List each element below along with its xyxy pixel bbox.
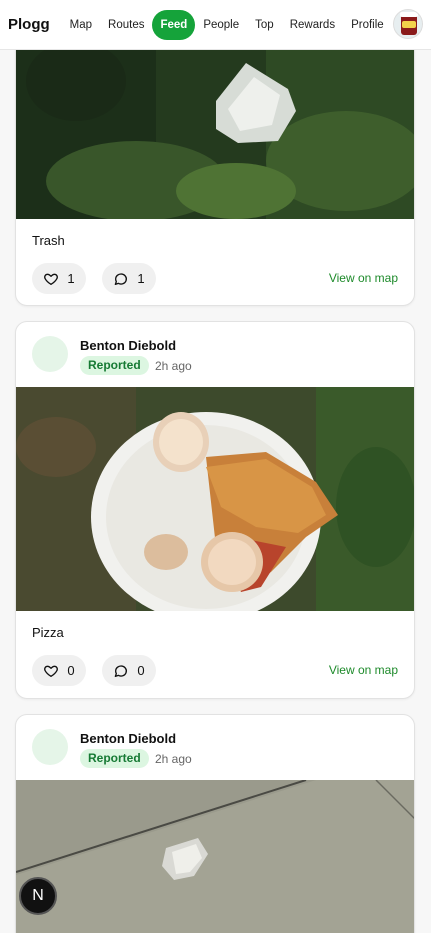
comment-button[interactable]: 1 bbox=[102, 263, 156, 294]
dev-tools-badge[interactable]: N bbox=[19, 877, 57, 915]
post-author-name[interactable]: Benton Diebold bbox=[80, 338, 176, 353]
post-header: Benton Diebold Reported 2h ago bbox=[16, 715, 414, 780]
avatar[interactable] bbox=[32, 729, 68, 765]
comment-count: 0 bbox=[137, 663, 145, 678]
nav-item-people[interactable]: People bbox=[195, 10, 247, 40]
view-on-map-link[interactable]: View on map bbox=[329, 663, 398, 677]
comment-icon bbox=[115, 664, 128, 677]
trash-on-pavement-image bbox=[16, 780, 414, 933]
post-actions: 0 0 View on map bbox=[16, 655, 414, 697]
brand-logo[interactable]: Plogg bbox=[8, 16, 50, 33]
post-photo[interactable] bbox=[16, 387, 414, 611]
status-badge: Reported bbox=[80, 356, 149, 375]
like-count: 1 bbox=[67, 271, 75, 286]
avatar-jar-label bbox=[402, 21, 416, 28]
post-caption: Pizza bbox=[32, 625, 64, 640]
nav-item-feed[interactable]: Feed bbox=[152, 9, 196, 40]
post-card: Benton Diebold Reported 2h ago bbox=[15, 321, 415, 699]
post-actions: 1 1 View on map bbox=[16, 263, 414, 305]
nav-links: Map Routes Feed People Top Rewards Profi… bbox=[62, 9, 392, 40]
nav-item-routes[interactable]: Routes bbox=[100, 10, 152, 40]
heart-icon bbox=[44, 273, 59, 285]
heart-icon bbox=[44, 665, 59, 677]
post-timestamp: 2h ago bbox=[155, 359, 192, 373]
post-author-name[interactable]: Benton Diebold bbox=[80, 731, 176, 746]
post-photo[interactable] bbox=[16, 780, 414, 933]
comment-button[interactable]: 0 bbox=[102, 655, 156, 686]
status-badge: Reported bbox=[80, 749, 149, 768]
comment-icon bbox=[115, 272, 128, 285]
like-count: 0 bbox=[67, 663, 75, 678]
view-on-map-link[interactable]: View on map bbox=[329, 271, 398, 285]
user-avatar-button[interactable] bbox=[393, 9, 423, 39]
nav-item-map[interactable]: Map bbox=[62, 10, 100, 40]
pizza-on-plate-image bbox=[16, 387, 414, 611]
nav-item-top[interactable]: Top bbox=[247, 10, 282, 40]
post-timestamp: 2h ago bbox=[155, 752, 192, 766]
post-header: Benton Diebold Reported 2h ago bbox=[16, 322, 414, 387]
like-button[interactable]: 1 bbox=[32, 263, 86, 294]
top-nav-bar: Plogg Map Routes Feed People Top Rewards… bbox=[0, 0, 431, 50]
nav-item-rewards[interactable]: Rewards bbox=[282, 10, 343, 40]
post-caption: Trash bbox=[32, 233, 65, 248]
post-card: Benton Diebold Reported 2h ago bbox=[15, 714, 415, 933]
avatar-jar-lid bbox=[400, 12, 418, 17]
comment-count: 1 bbox=[137, 271, 145, 286]
avatar[interactable] bbox=[32, 336, 68, 372]
like-button[interactable]: 0 bbox=[32, 655, 86, 686]
nav-item-profile[interactable]: Profile bbox=[343, 10, 392, 40]
